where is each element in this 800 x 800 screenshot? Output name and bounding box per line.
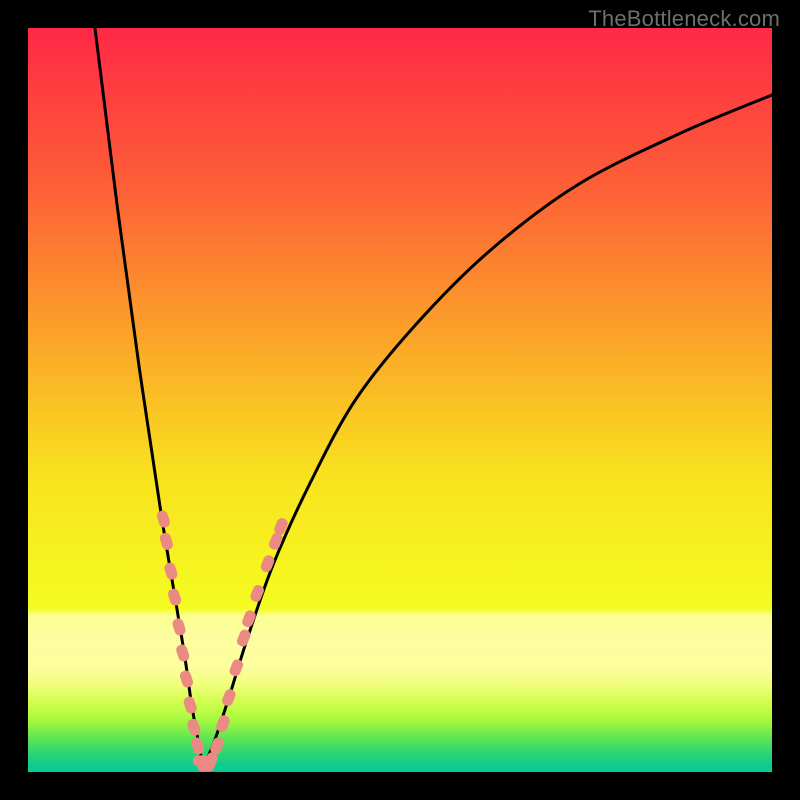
- marker-point: [182, 695, 198, 715]
- marker-point: [259, 554, 276, 574]
- marker-point: [186, 718, 202, 738]
- marker-point: [159, 532, 175, 552]
- marker-point: [175, 643, 191, 663]
- marker-point: [167, 587, 183, 607]
- marker-group: [156, 509, 290, 771]
- marker-point: [171, 617, 187, 637]
- plot-area: [28, 28, 772, 772]
- marker-point: [228, 658, 245, 678]
- marker-point: [249, 583, 266, 603]
- curve-right-branch: [203, 95, 772, 768]
- marker-point: [163, 561, 179, 581]
- watermark-text: TheBottleneck.com: [588, 6, 780, 32]
- curve-layer: [28, 28, 772, 772]
- marker-point: [156, 509, 172, 529]
- chart-frame: TheBottleneck.com: [0, 0, 800, 800]
- marker-point: [190, 736, 206, 756]
- marker-point: [221, 688, 238, 708]
- marker-point: [179, 669, 195, 689]
